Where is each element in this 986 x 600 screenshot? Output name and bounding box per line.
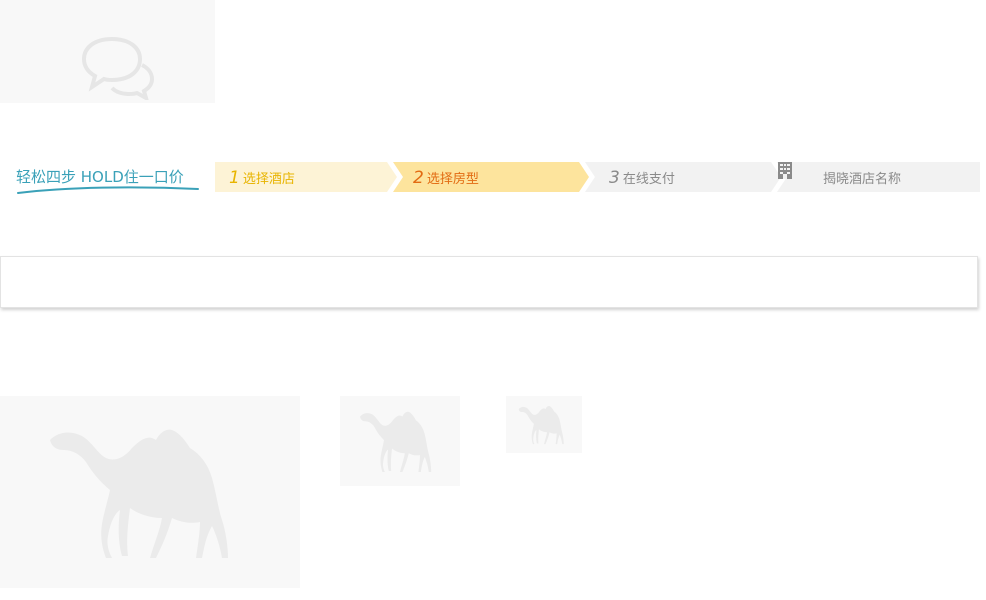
step-reveal-hotel-name: 揭晓酒店名称 [777, 162, 980, 192]
hotel-building-icon [778, 162, 792, 179]
step-online-payment: 3 在线支付 [585, 162, 781, 192]
image-placeholder-large [0, 396, 300, 588]
step-label: 选择房型 [426, 172, 479, 187]
step-select-room: 2 选择房型 [393, 162, 589, 192]
step-select-hotel: 1 选择酒店 [215, 162, 397, 192]
content-bar [0, 256, 978, 308]
chat-bubbles-icon [81, 36, 155, 100]
camel-icon [518, 405, 564, 445]
image-placeholder-medium [340, 396, 460, 486]
camel-icon [50, 429, 228, 558]
step-number: 3 [609, 168, 620, 188]
slogan: 轻松四步 HOLD住一口价 [16, 164, 201, 200]
step-label: 在线支付 [622, 172, 675, 187]
slogan-underline-icon [17, 186, 199, 194]
step-label: 选择酒店 [242, 172, 295, 187]
camel-icon [360, 411, 432, 472]
step-number: 2 [413, 168, 424, 188]
booking-steps: 1 选择酒店 2 选择房型 3 在线支付 揭晓酒店名称 [215, 162, 980, 192]
chat-placeholder [0, 0, 215, 103]
step-number: 1 [229, 168, 240, 188]
step-label: 揭晓酒店名称 [823, 172, 902, 187]
image-placeholder-small [506, 396, 582, 453]
